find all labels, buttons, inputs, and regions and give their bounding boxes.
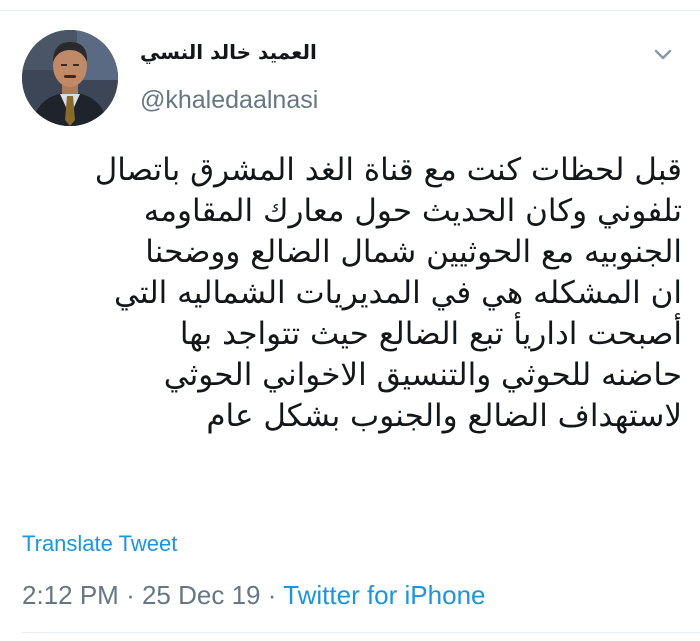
tweet-text-line: لاستهداف الضالع والجنوب بشكل عام xyxy=(206,398,682,434)
chevron-down-icon xyxy=(654,49,672,60)
top-divider xyxy=(0,10,700,11)
bottom-divider xyxy=(22,632,700,633)
tweet-source-link[interactable]: Twitter for iPhone xyxy=(283,580,485,610)
meta-separator: · xyxy=(126,580,135,610)
tweet-time: 2:12 PM xyxy=(22,580,119,610)
translate-tweet-link[interactable]: Translate Tweet xyxy=(22,531,177,557)
tweet-text: قبل لحظات كنت مع قناة الغد المشرق باتصال… xyxy=(40,150,682,437)
tweet-date: 25 Dec 19 xyxy=(141,580,261,610)
user-handle[interactable]: @khaledaalnasi xyxy=(140,86,318,115)
tweet-menu-button[interactable] xyxy=(648,44,678,64)
tweet-text-line: الجنوبيه مع الحوثيين شمال الضالع ووضحنا xyxy=(145,234,682,270)
tweet-card: العميد خالد النسي @khaledaalnasi قبل لحظ… xyxy=(0,0,700,641)
avatar[interactable] xyxy=(22,30,118,126)
tweet-metadata: 2:12 PM · 25 Dec 19 · Twitter for iPhone xyxy=(22,580,485,611)
meta-separator: · xyxy=(267,580,277,610)
display-name[interactable]: العميد خالد النسي xyxy=(140,40,320,64)
tweet-text-line: تلفوني وكان الحديث حول معارك المقاومه xyxy=(143,193,682,229)
tweet-text-line: قبل لحظات كنت مع قناة الغد المشرق باتصال xyxy=(94,152,682,188)
avatar-image xyxy=(22,30,118,126)
tweet-text-line: حاضنه للحوثي والتنسيق الاخواني الحوثي xyxy=(163,357,682,393)
tweet-text-line: أصبحت اداريأ تبع الضالع حيث تتواجد بها xyxy=(179,316,682,352)
tweet-text-line: ان المشكله هي في المديريات الشماليه التي xyxy=(114,275,682,311)
